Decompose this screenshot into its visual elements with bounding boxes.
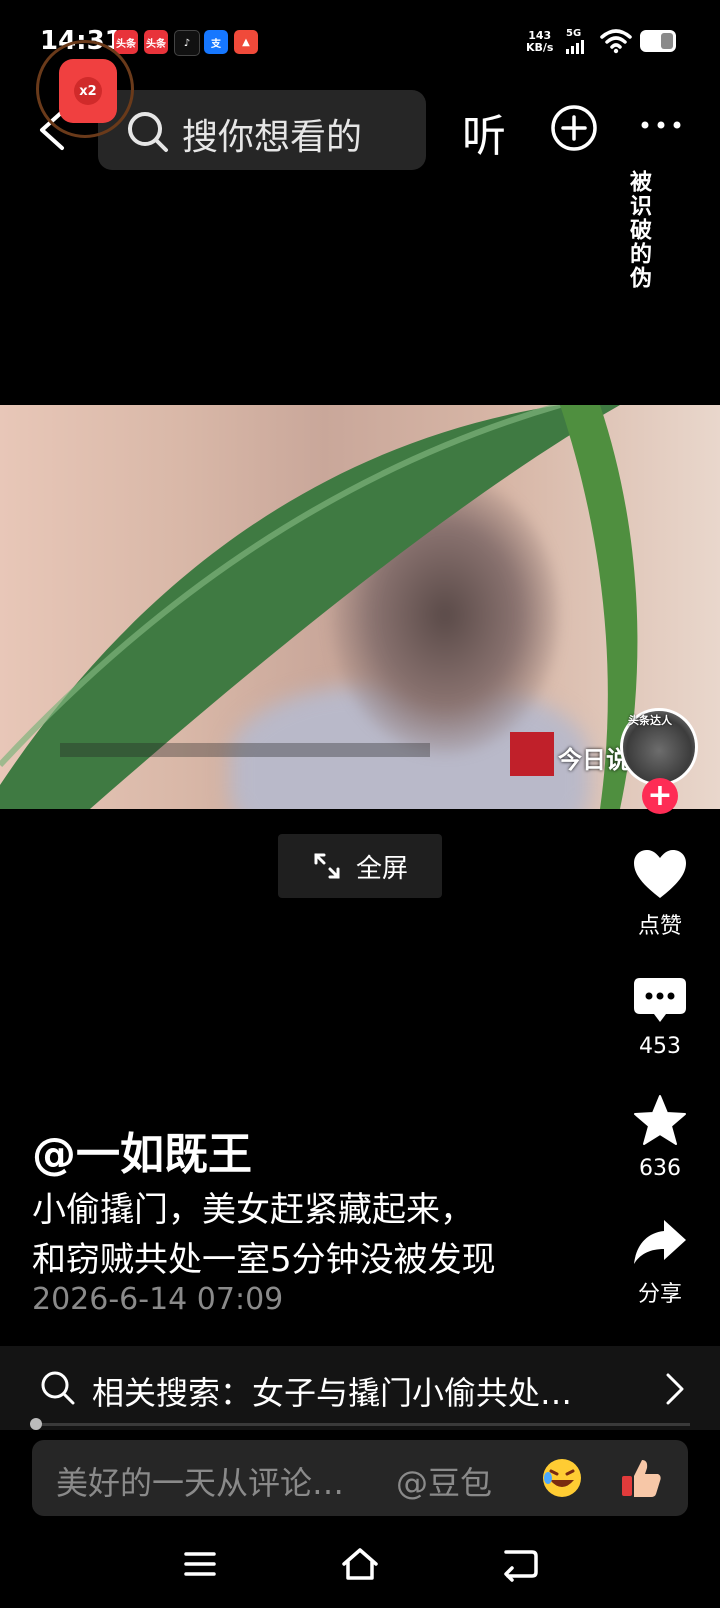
star-icon xyxy=(634,1095,686,1145)
network-speed: 143 KB/s xyxy=(526,30,553,54)
toutiao-app-icon-2: 头条 xyxy=(144,30,168,54)
search-icon xyxy=(128,112,168,152)
toutiao-app-icon: 头条 xyxy=(114,30,138,54)
listen-button[interactable]: 听 xyxy=(462,100,506,164)
comment-count: 453 xyxy=(639,1034,681,1059)
favorite-count: 636 xyxy=(639,1156,681,1181)
share-icon xyxy=(634,1220,686,1264)
share-button[interactable]: 分享 xyxy=(618,1216,702,1308)
back-nav-icon[interactable] xyxy=(500,1546,540,1582)
favorite-button[interactable]: 636 xyxy=(618,1094,702,1181)
comment-icon xyxy=(634,978,686,1022)
home-icon[interactable] xyxy=(340,1546,380,1582)
reward-badge[interactable]: x2 xyxy=(36,40,134,138)
share-label: 分享 xyxy=(637,1282,682,1307)
thumbs-up-emoji-icon[interactable] xyxy=(620,1456,664,1500)
expand-icon xyxy=(314,853,340,879)
heart-icon xyxy=(634,850,686,898)
menu-icon[interactable] xyxy=(182,1546,218,1582)
video-progress-bar[interactable] xyxy=(34,1423,690,1426)
reward-multiplier: x2 xyxy=(74,77,102,105)
tiktok-app-icon: ♪ xyxy=(174,30,200,56)
network-speed-unit: KB/s xyxy=(526,41,554,54)
chevron-right-icon xyxy=(666,1373,684,1405)
signal-icon xyxy=(566,40,584,54)
progress-handle[interactable] xyxy=(30,1418,42,1430)
wifi-icon xyxy=(600,29,632,54)
more-icon[interactable] xyxy=(640,110,682,140)
comment-placeholder: 美好的一天从评论… xyxy=(56,1464,345,1502)
video-caption-line-1: 小偷撬门，美女赶紧藏起来， xyxy=(32,1190,474,1230)
avatar-badge-text: 头条达人 xyxy=(628,714,672,727)
fullscreen-label: 全屏 xyxy=(355,853,408,884)
alipay-app-icon: 支 xyxy=(204,30,228,54)
network-type: 5G xyxy=(566,28,582,39)
author-name[interactable]: @一如既王 xyxy=(32,1118,252,1182)
battery-icon xyxy=(640,30,676,52)
fullscreen-button[interactable]: 全屏 xyxy=(278,834,442,898)
comment-button[interactable]: 453 xyxy=(618,976,702,1059)
like-button[interactable]: 点赞 xyxy=(618,848,702,940)
follow-button[interactable]: + xyxy=(642,778,678,814)
video-caption-line-2: 和窃贼共处一室5分钟没被发现 xyxy=(32,1240,496,1280)
like-label: 点赞 xyxy=(637,914,682,939)
related-search-icon xyxy=(41,1371,75,1405)
post-timestamp: 2026-6-14 07:09 xyxy=(32,1282,284,1317)
mobile-app-icon: ▲ xyxy=(234,30,258,54)
red-packet-icon: x2 xyxy=(59,59,117,123)
search-placeholder: 搜你想看的 xyxy=(182,117,363,158)
video-overlay-text: 被识破的伪 xyxy=(626,170,651,290)
related-search-text: 相关搜索：女子与撬门小偷共处… xyxy=(92,1374,573,1412)
channel-logo xyxy=(510,732,554,776)
laughing-emoji-icon[interactable] xyxy=(540,1456,584,1500)
mention-doubao-button[interactable]: @豆包 xyxy=(396,1458,492,1504)
add-button[interactable] xyxy=(550,104,598,152)
